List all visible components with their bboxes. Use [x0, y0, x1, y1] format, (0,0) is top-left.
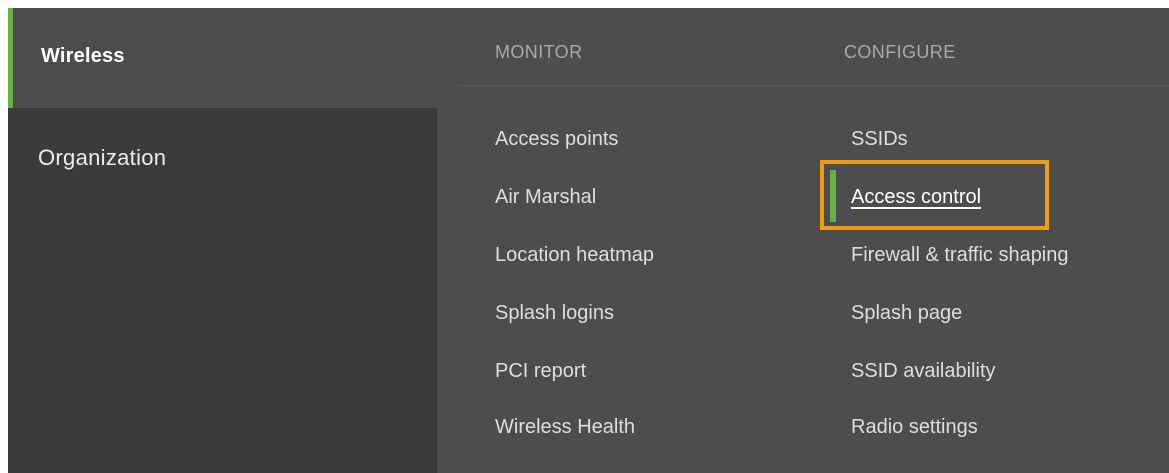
menu-link-location-heatmap[interactable]: Location heatmap [495, 244, 654, 267]
menu-link-splash-logins[interactable]: Splash logins [495, 302, 614, 325]
menu-link-ssids[interactable]: SSIDs [851, 128, 908, 151]
nav-item-organization[interactable]: Organization [38, 145, 166, 171]
menu-link-wireless-health[interactable]: Wireless Health [495, 416, 635, 439]
nav-item-wireless[interactable]: Wireless [8, 8, 437, 108]
product-nav: Wireless Organization [8, 8, 437, 473]
wireless-dropdown-menu: Wireless Organization MONITOR CONFIGURE … [8, 8, 1169, 473]
menu-link-splash-page[interactable]: Splash page [851, 302, 962, 325]
menu-link-radio-settings[interactable]: Radio settings [851, 416, 978, 439]
menu-link-access-points[interactable]: Access points [495, 128, 618, 151]
nav-item-label: Wireless [41, 45, 125, 67]
configure-header: CONFIGURE [844, 42, 956, 62]
menu-link-access-control[interactable]: Access control [851, 186, 981, 209]
menu-link-pci-report[interactable]: PCI report [495, 360, 586, 383]
menu-link-firewall-traffic-shaping[interactable]: Firewall & traffic shaping [851, 244, 1069, 267]
menu-link-air-marshal[interactable]: Air Marshal [495, 186, 596, 209]
menu-link-ssid-availability[interactable]: SSID availability [851, 360, 996, 383]
monitor-header: MONITOR [495, 42, 583, 62]
active-indicator [830, 170, 836, 222]
header-divider [458, 85, 1169, 86]
